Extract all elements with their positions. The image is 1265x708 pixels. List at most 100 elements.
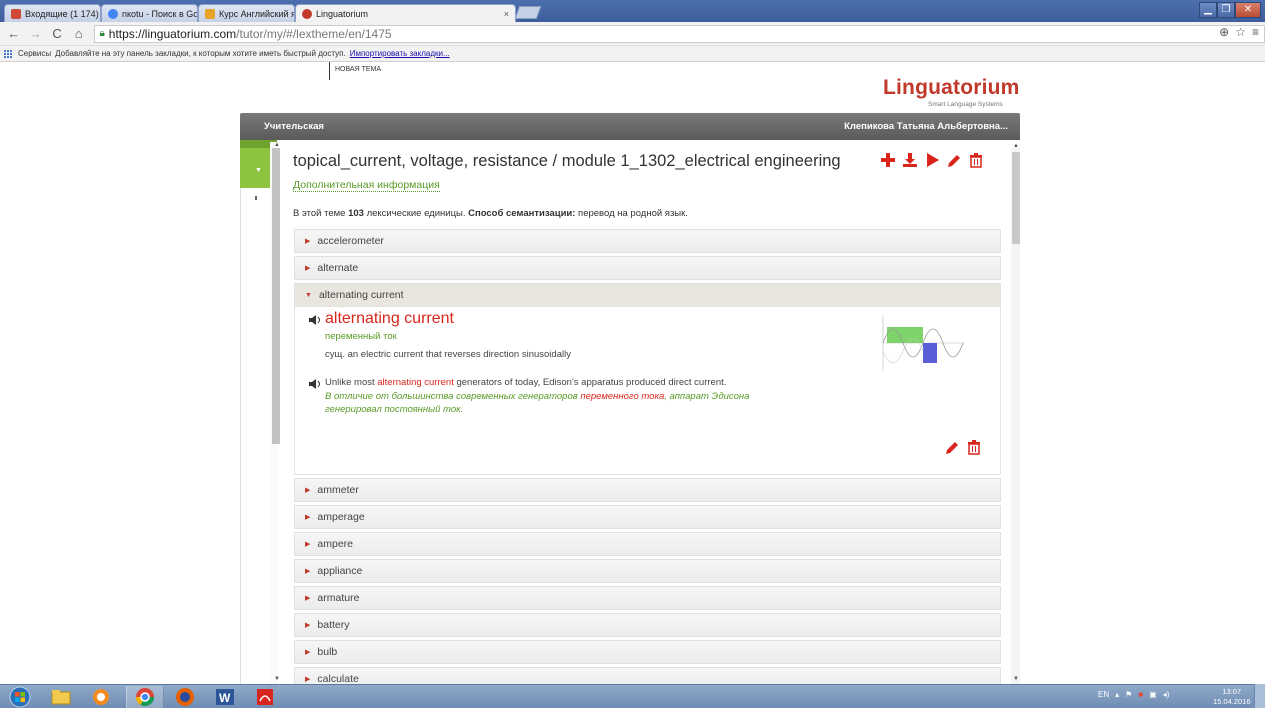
speaker-icon[interactable] bbox=[309, 379, 321, 389]
example-text: В отличие от большинства современных ген… bbox=[325, 391, 581, 402]
nav-teacher-room[interactable]: Учительская bbox=[264, 121, 324, 132]
left-scrollbar-thumb[interactable] bbox=[272, 148, 280, 444]
play-icon bbox=[927, 153, 939, 167]
browser-tab-gmail[interactable]: Входящие (1 174) - tklep × bbox=[4, 4, 101, 22]
word-row[interactable]: ▶ accelerometer bbox=[294, 229, 1001, 253]
language-indicator[interactable]: EN bbox=[1098, 690, 1109, 699]
apps-icon[interactable] bbox=[4, 49, 12, 58]
edit-topic-button[interactable] bbox=[945, 151, 963, 169]
tray-arrow-icon[interactable]: ▴ bbox=[1115, 690, 1119, 699]
word-row[interactable]: ▶ ampere bbox=[294, 532, 1001, 556]
word-label: amperage bbox=[317, 511, 365, 523]
flag-icon[interactable]: ⚑ bbox=[1125, 690, 1132, 699]
word-row[interactable]: ▶ battery bbox=[294, 613, 1001, 637]
word-label: alternate bbox=[317, 262, 359, 274]
explorer-taskbar-button[interactable] bbox=[46, 686, 76, 708]
import-bookmarks-link[interactable]: Импортировать закладки... bbox=[350, 49, 450, 58]
close-window-icon[interactable]: ✕ bbox=[1235, 2, 1261, 18]
browser-tab-google[interactable]: nкоtu - Поиск в Google × bbox=[101, 4, 198, 22]
scroll-down-icon[interactable]: ▼ bbox=[1013, 676, 1019, 682]
browser-tab-strip: Входящие (1 174) - tklep × nкоtu - Поиск… bbox=[0, 0, 1265, 22]
home-icon[interactable]: ⌂ bbox=[71, 26, 87, 42]
word-details: alternating current переменный ток сущ. … bbox=[294, 307, 1001, 475]
new-tab-button[interactable] bbox=[514, 6, 542, 19]
example-highlight: alternating current bbox=[377, 377, 454, 388]
browser-tab-linguatorium[interactable]: Linguatorium × bbox=[295, 4, 516, 22]
example-text: Unlike most bbox=[325, 377, 378, 388]
edit-word-button[interactable] bbox=[943, 438, 961, 456]
network-icon[interactable]: ▣ bbox=[1149, 690, 1157, 699]
apps-label[interactable]: Сервисы bbox=[18, 49, 51, 58]
svg-text:W: W bbox=[219, 691, 231, 705]
word-label: battery bbox=[317, 619, 350, 631]
caret-right-icon: ▶ bbox=[305, 649, 311, 656]
scroll-up-icon[interactable]: ▲ bbox=[274, 142, 280, 148]
play-button[interactable] bbox=[923, 151, 941, 169]
caret-down-icon: ▼ bbox=[255, 167, 262, 174]
media-player-icon bbox=[93, 689, 109, 705]
volume-icon[interactable]: ◂) bbox=[1163, 690, 1170, 699]
forward-icon[interactable]: → bbox=[28, 26, 44, 42]
bookmark-star-icon[interactable]: ☆ bbox=[1235, 25, 1246, 39]
new-topic-button[interactable]: НОВАЯ ТЕМА bbox=[335, 66, 381, 73]
site-logo[interactable]: Linguatorium bbox=[883, 76, 1020, 100]
back-icon[interactable]: ← bbox=[6, 26, 22, 42]
restore-icon[interactable]: ❐ bbox=[1217, 2, 1235, 18]
speaker-icon[interactable] bbox=[309, 315, 321, 325]
scroll-up-icon[interactable]: ▲ bbox=[1013, 143, 1019, 149]
pdf-icon bbox=[257, 689, 273, 705]
word-definition: сущ. an electric current that reverses d… bbox=[325, 349, 571, 360]
scroll-down-icon[interactable]: ▼ bbox=[274, 676, 280, 682]
menu-icon[interactable]: ≡ bbox=[1252, 25, 1259, 39]
address-bar[interactable]: 🔒︎ https://linguatorium.com /tutor/my/#/… bbox=[94, 24, 1265, 43]
clock[interactable]: 13:07 15.04.2016 bbox=[1213, 687, 1251, 707]
start-button[interactable] bbox=[4, 686, 36, 708]
show-desktop-button[interactable] bbox=[1254, 684, 1265, 708]
gmail-icon bbox=[11, 8, 21, 19]
browser-tab-course[interactable]: Курс Английский язык × bbox=[198, 4, 295, 22]
delete-word-button[interactable] bbox=[965, 438, 983, 456]
word-row[interactable]: ▶ alternate bbox=[294, 256, 1001, 280]
topic-actions bbox=[879, 151, 985, 169]
antivirus-icon[interactable]: ■ bbox=[1138, 690, 1143, 699]
user-menu[interactable]: Клепикова Татьяна Альбертовна... bbox=[844, 121, 1008, 132]
add-word-button[interactable] bbox=[879, 151, 897, 169]
word-actions bbox=[943, 438, 983, 456]
word-row-expanded[interactable]: ▼ alternating current bbox=[294, 283, 1001, 307]
firefox-taskbar-button[interactable] bbox=[170, 686, 200, 708]
word-taskbar-button[interactable]: W bbox=[210, 686, 240, 708]
acrobat-taskbar-button[interactable] bbox=[250, 686, 280, 708]
topic-title: topical_current, voltage, resistance / m… bbox=[293, 152, 841, 170]
word-row[interactable]: ▶ appliance bbox=[294, 559, 1001, 583]
caret-right-icon: ▶ bbox=[305, 541, 311, 548]
lock-icon: 🔒︎ bbox=[99, 28, 105, 39]
caret-right-icon: ▶ bbox=[305, 487, 311, 494]
word-row[interactable]: ▶ ammeter bbox=[294, 478, 1001, 502]
page-scrollbar-thumb[interactable] bbox=[1012, 152, 1020, 244]
word-label: alternating current bbox=[318, 289, 404, 301]
chrome-taskbar-button[interactable] bbox=[126, 686, 164, 708]
plus-icon bbox=[881, 153, 895, 167]
caret-right-icon: ▶ bbox=[305, 238, 311, 245]
delete-topic-button[interactable] bbox=[967, 151, 985, 169]
zoom-icon[interactable]: ⊕ bbox=[1219, 25, 1229, 39]
caret-right-icon: ▶ bbox=[305, 595, 311, 602]
caret-right-icon: ▶ bbox=[305, 265, 311, 272]
minimize-icon[interactable]: ▁ bbox=[1199, 2, 1217, 18]
pencil-icon bbox=[948, 155, 960, 167]
additional-info-link[interactable]: Дополнительная информация bbox=[293, 179, 440, 192]
word-translation: переменный ток bbox=[325, 331, 397, 342]
trash-icon bbox=[968, 440, 980, 455]
google-icon bbox=[108, 8, 118, 19]
reload-icon[interactable]: C bbox=[49, 26, 65, 42]
close-tab-icon[interactable]: × bbox=[500, 9, 509, 19]
word-row[interactable]: ▶ armature bbox=[294, 586, 1001, 610]
word-row[interactable]: ▶ bulb bbox=[294, 640, 1001, 664]
download-button[interactable] bbox=[901, 151, 919, 169]
system-tray: EN ▴ ⚑ ■ ▣ ◂) bbox=[1098, 690, 1169, 699]
clock-time: 13:07 bbox=[1222, 687, 1242, 696]
word-row[interactable]: ▶ amperage bbox=[294, 505, 1001, 529]
example-translation-line2: генерировал постоянный ток. bbox=[325, 404, 464, 415]
word-label: ampere bbox=[317, 538, 353, 550]
media-player-taskbar-button[interactable] bbox=[86, 686, 116, 708]
